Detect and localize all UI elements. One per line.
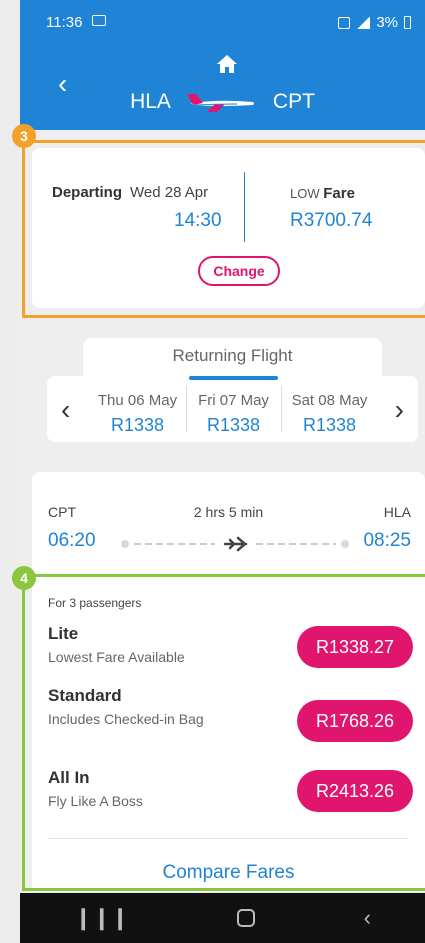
highlight-box-departing bbox=[22, 140, 425, 318]
battery-icon bbox=[404, 16, 411, 29]
signal-icon bbox=[356, 16, 371, 29]
route-summary: HLA CPT bbox=[20, 90, 425, 114]
status-time: 11:36 bbox=[46, 14, 83, 31]
origin-code: HLA bbox=[130, 90, 171, 113]
flight-timeline bbox=[121, 536, 349, 552]
nav-back-icon[interactable]: ‹ bbox=[364, 905, 371, 931]
flight-destination: HLA bbox=[383, 504, 411, 520]
nav-home-icon[interactable] bbox=[237, 909, 256, 927]
system-nav-bar: ❙❙❙ ‹ bbox=[20, 893, 425, 943]
home-icon[interactable] bbox=[216, 54, 238, 74]
app-header: ‹ HLA CPT bbox=[20, 46, 425, 130]
date-option[interactable]: Sat 08 May R1338 bbox=[283, 376, 376, 442]
airplane-icon bbox=[186, 94, 254, 112]
date-day: Fri 07 May bbox=[198, 392, 269, 409]
next-date-icon[interactable]: › bbox=[395, 394, 404, 426]
date-price: R1338 bbox=[110, 415, 165, 435]
date-price: R1338 bbox=[206, 415, 261, 435]
alarm-icon bbox=[338, 16, 351, 29]
highlight-box-fares bbox=[22, 574, 425, 891]
date-day: Thu 06 May bbox=[97, 392, 178, 409]
date-option-selected[interactable]: Fri 07 May R1338 bbox=[187, 376, 280, 442]
destination-code: CPT bbox=[272, 90, 315, 113]
recent-apps-icon[interactable]: ❙❙❙ bbox=[74, 905, 129, 931]
date-option[interactable]: Thu 06 May R1338 bbox=[91, 376, 184, 442]
date-selector: ‹ Thu 06 May R1338 Fri 07 May R1338 Sat … bbox=[47, 376, 418, 442]
flight-duration: 2 hrs 5 min bbox=[193, 504, 264, 520]
status-bar: 11:36 3% bbox=[20, 0, 425, 46]
date-day: Sat 08 May bbox=[291, 392, 368, 409]
prev-date-icon[interactable]: ‹ bbox=[61, 394, 70, 426]
battery-text: 3% bbox=[376, 14, 398, 31]
returning-flight-tab: Returning Flight bbox=[83, 338, 382, 378]
flight-depart-time: 06:20 bbox=[48, 530, 96, 551]
status-icons: 3% bbox=[338, 14, 411, 31]
date-separator bbox=[281, 386, 282, 432]
step-badge: 3 bbox=[12, 124, 36, 148]
gallery-notification-icon bbox=[92, 15, 106, 26]
step-badge: 4 bbox=[12, 566, 36, 590]
date-price: R1338 bbox=[302, 415, 357, 435]
flight-arrive-time: 08:25 bbox=[363, 530, 411, 551]
